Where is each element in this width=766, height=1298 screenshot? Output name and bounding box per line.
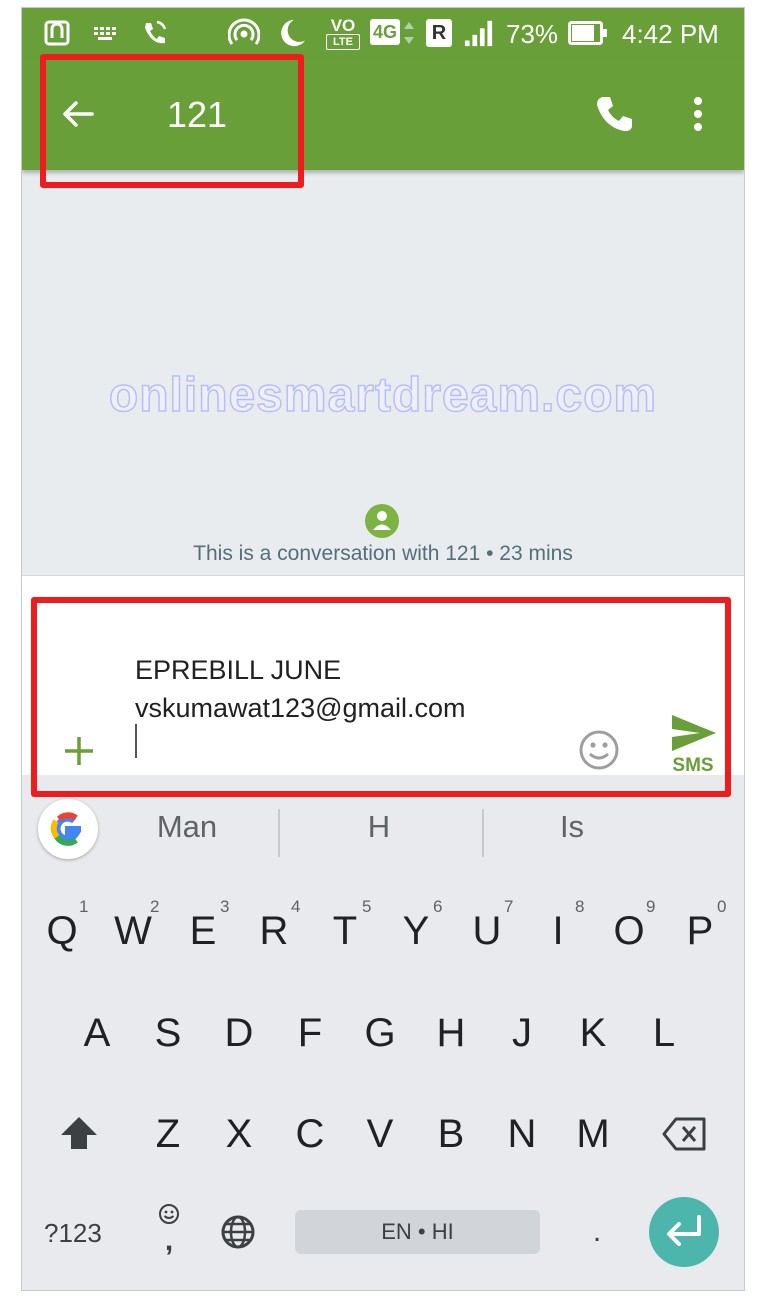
highlight-compose xyxy=(31,597,731,797)
network-type-badge: 4G xyxy=(370,19,400,45)
keyboard: Q1 W2 E3 R4 T5 Y6 U7 I8 O9 P0 A S D F G … xyxy=(22,879,744,1290)
key-y[interactable]: Y6 xyxy=(383,891,449,971)
key-h[interactable]: H xyxy=(418,993,484,1073)
key-z[interactable]: Z xyxy=(135,1094,201,1174)
key-n[interactable]: N xyxy=(489,1094,555,1174)
backspace-key[interactable] xyxy=(652,1094,718,1174)
backspace-icon xyxy=(662,1117,706,1151)
key-a[interactable]: A xyxy=(64,993,130,1073)
key-m[interactable]: M xyxy=(560,1094,626,1174)
key-k[interactable]: K xyxy=(560,993,626,1073)
key-j[interactable]: J xyxy=(489,993,555,1073)
key-l[interactable]: L xyxy=(631,993,697,1073)
key-d[interactable]: D xyxy=(206,993,272,1073)
volte-badge: VO LTE xyxy=(326,17,360,51)
key-w[interactable]: W2 xyxy=(100,891,166,971)
moon-icon xyxy=(281,19,306,47)
battery-icon xyxy=(568,21,607,45)
battery-percent: 73% xyxy=(506,19,559,49)
key-q[interactable]: Q1 xyxy=(29,891,95,971)
symbols-key[interactable]: ?123 xyxy=(44,1218,102,1249)
keyboard-icon xyxy=(94,27,116,40)
key-x[interactable]: X xyxy=(206,1094,272,1174)
shift-key[interactable] xyxy=(46,1094,112,1174)
key-t[interactable]: T5 xyxy=(312,891,378,971)
key-i[interactable]: I8 xyxy=(525,891,591,971)
enter-key[interactable] xyxy=(649,1197,719,1267)
key-c[interactable]: C xyxy=(277,1094,343,1174)
more-vert-icon[interactable] xyxy=(690,94,706,134)
period-key[interactable]: . xyxy=(584,1215,610,1249)
globe-icon[interactable] xyxy=(220,1214,256,1250)
key-p[interactable]: P0 xyxy=(667,891,733,971)
watermark: onlinesmartdream.com xyxy=(108,368,658,423)
space-bar[interactable]: EN • HI xyxy=(295,1210,540,1254)
key-u[interactable]: U7 xyxy=(454,891,520,971)
roaming-badge: R xyxy=(426,19,452,47)
key-o[interactable]: O9 xyxy=(596,891,662,971)
signal-icon xyxy=(464,20,493,47)
key-s[interactable]: S xyxy=(135,993,201,1073)
nfc-icon xyxy=(44,20,70,46)
key-r[interactable]: R4 xyxy=(241,891,307,971)
key-f[interactable]: F xyxy=(277,993,343,1073)
wifi-calling-icon xyxy=(145,20,167,44)
suggestion-2[interactable]: H xyxy=(279,809,479,845)
data-arrows-icon xyxy=(404,22,414,44)
return-icon xyxy=(667,1215,701,1246)
status-bar: VO LTE 4G R 73% 4:42 PM xyxy=(22,8,744,58)
key-b[interactable]: B xyxy=(418,1094,484,1174)
conversation-info: This is a conversation with 121 • 23 min… xyxy=(193,542,573,565)
suggestion-1[interactable]: Man xyxy=(87,809,287,845)
key-v[interactable]: V xyxy=(347,1094,413,1174)
highlight-title xyxy=(40,54,304,188)
shift-icon xyxy=(61,1117,97,1149)
key-g[interactable]: G xyxy=(347,993,413,1073)
person-icon xyxy=(373,511,391,530)
key-e[interactable]: E3 xyxy=(170,891,236,971)
contact-avatar xyxy=(365,504,399,538)
conversation-area: onlinesmartdream.com This is a conversat… xyxy=(22,170,744,575)
smiley-icon xyxy=(159,1204,179,1224)
emoji-comma-key[interactable]: , xyxy=(152,1203,186,1256)
phone-icon[interactable] xyxy=(594,94,634,134)
suggestion-3[interactable]: Is xyxy=(472,809,672,845)
clock: 4:42 PM xyxy=(622,19,719,49)
hotspot-icon xyxy=(228,18,260,45)
